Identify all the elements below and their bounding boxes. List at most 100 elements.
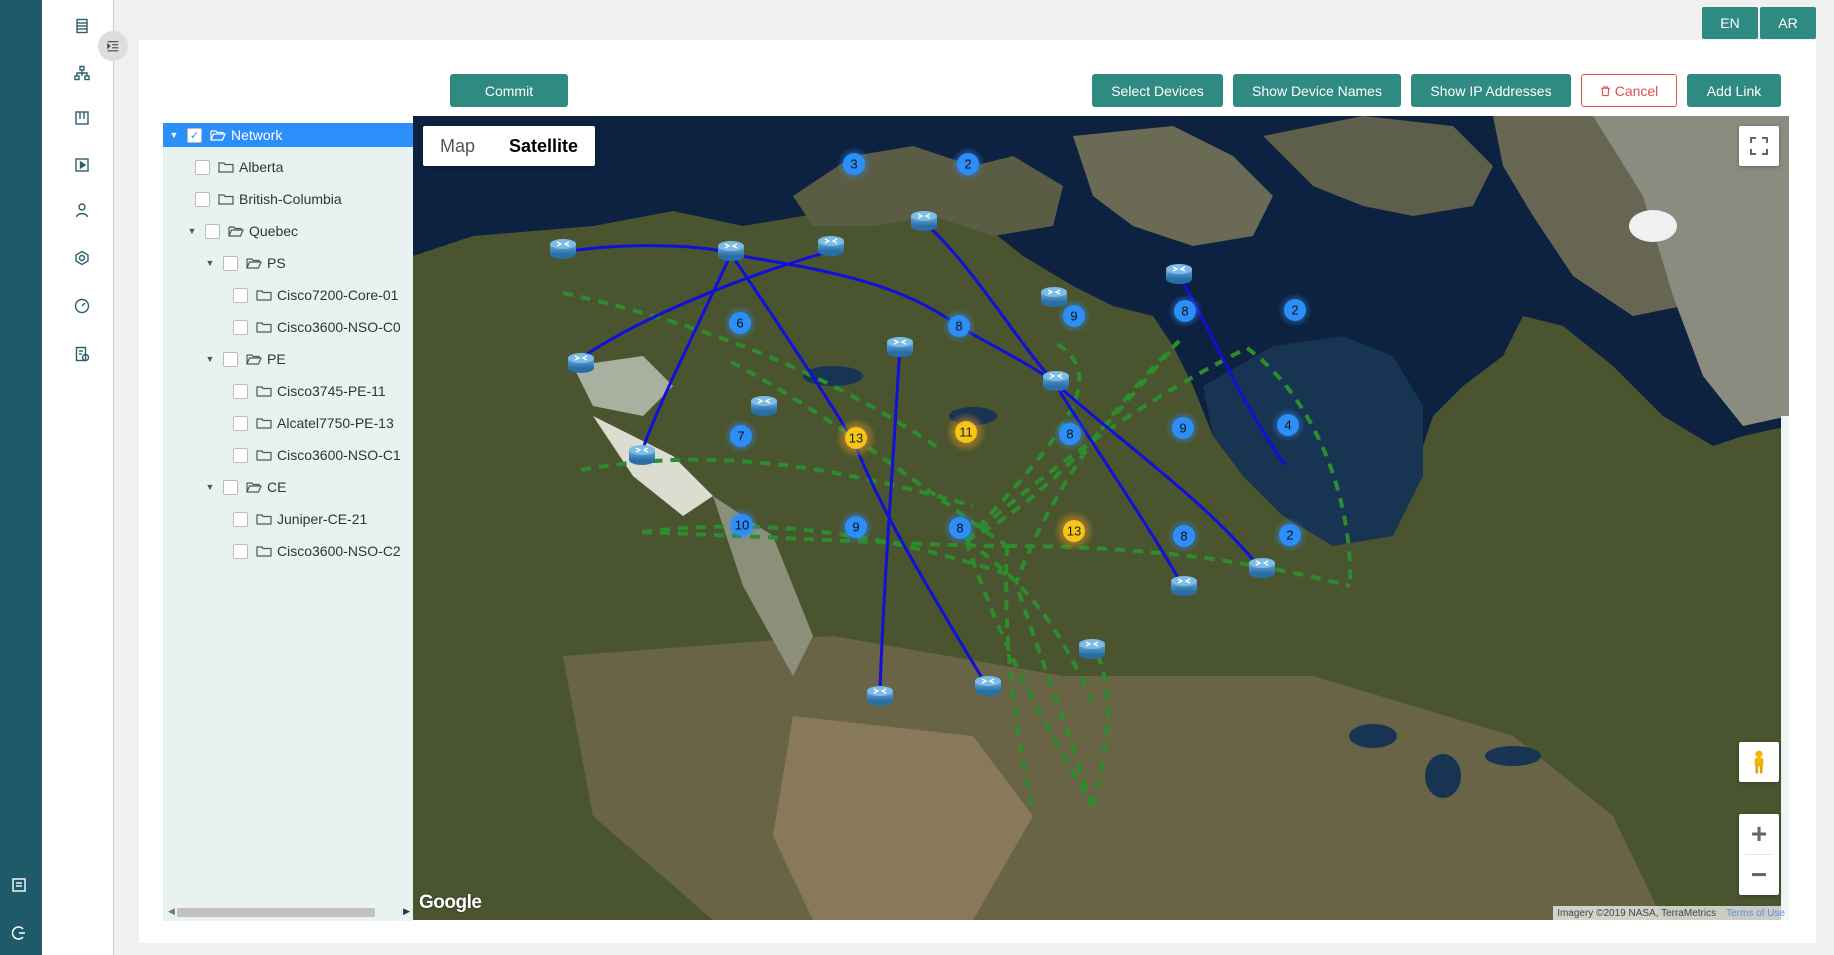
gauge-icon[interactable] — [73, 297, 91, 315]
cluster-marker[interactable]: 8 — [1167, 519, 1201, 553]
zoom-in-button[interactable]: + — [1739, 814, 1779, 854]
report-icon[interactable] — [73, 345, 91, 363]
user-icon[interactable] — [73, 201, 91, 219]
caret-down-icon[interactable]: ▼ — [205, 482, 215, 492]
caret-down-icon[interactable]: ▼ — [187, 226, 197, 236]
tree-checkbox[interactable] — [233, 447, 248, 463]
cluster-marker[interactable]: 9 — [839, 510, 873, 544]
tree-horizontal-scrollbar[interactable]: ◀ ▶ — [163, 903, 413, 921]
tree-node-device[interactable]: Cisco3600-NSO-C2 — [163, 539, 413, 563]
map-tab-satellite[interactable]: Satellite — [492, 126, 595, 166]
tree-checkbox[interactable] — [233, 511, 248, 527]
router-icon[interactable] — [818, 236, 844, 256]
cluster-marker[interactable]: 3 — [837, 147, 871, 181]
tree-node-alberta[interactable]: Alberta — [163, 155, 413, 179]
tree-checkbox[interactable] — [223, 351, 238, 367]
tree-checkbox[interactable] — [233, 287, 248, 303]
terms-of-use-link[interactable]: Terms of Use — [1726, 908, 1785, 919]
select-devices-button[interactable]: Select Devices — [1092, 74, 1223, 107]
cluster-marker[interactable]: 8 — [943, 511, 977, 545]
map-tab-map[interactable]: Map — [423, 126, 492, 166]
logout-icon[interactable] — [10, 924, 28, 942]
router-icon[interactable] — [867, 686, 893, 706]
tree-node-device[interactable]: Cisco7200-Core-01 — [163, 283, 413, 307]
cluster-marker[interactable]: 13 — [1054, 511, 1094, 551]
list-icon[interactable] — [10, 876, 28, 894]
tree-node-ce[interactable]: ▼ CE — [163, 475, 413, 499]
tree-checkbox[interactable] — [195, 191, 210, 207]
tree-node-pe[interactable]: ▼ PE — [163, 347, 413, 371]
commit-button[interactable]: Commit — [450, 74, 568, 107]
cluster-marker[interactable]: 11 — [946, 412, 986, 452]
show-device-names-button[interactable]: Show Device Names — [1233, 74, 1401, 107]
tree-checkbox[interactable] — [205, 223, 220, 239]
dashboard-icon[interactable] — [73, 109, 91, 127]
scroll-left-icon[interactable]: ◀ — [168, 906, 175, 917]
tree-checkbox[interactable] — [223, 479, 238, 495]
cluster-marker[interactable]: 10 — [725, 508, 759, 542]
network-map[interactable]: 3 2 6 8 9 8 2 7 13 11 8 9 4 10 9 8 13 8 2 Map Satellite + … — [413, 116, 1789, 920]
tree-checkbox[interactable] — [223, 255, 238, 271]
document-icon[interactable] — [73, 17, 91, 35]
show-ip-addresses-button[interactable]: Show IP Addresses — [1411, 74, 1571, 107]
router-icon[interactable] — [751, 396, 777, 416]
caret-down-icon[interactable]: ▼ — [205, 354, 215, 364]
topology-icon[interactable] — [73, 64, 91, 82]
tree-checkbox[interactable] — [233, 319, 248, 335]
cluster-marker[interactable]: 2 — [1273, 518, 1307, 552]
street-view-pegman[interactable] — [1739, 742, 1779, 782]
cluster-marker[interactable]: 6 — [723, 306, 757, 340]
router-icon[interactable] — [550, 239, 576, 259]
tree-node-ps[interactable]: ▼ PS — [163, 251, 413, 275]
router-icon[interactable] — [568, 353, 594, 373]
router-icon[interactable] — [975, 676, 1001, 696]
lang-en-button[interactable]: EN — [1702, 7, 1758, 39]
router-icon[interactable] — [629, 445, 655, 465]
router-icon[interactable] — [1249, 558, 1275, 578]
tree-checkbox[interactable]: ✓ — [187, 127, 202, 143]
cluster-marker[interactable]: 9 — [1057, 299, 1091, 333]
router-icon[interactable] — [1043, 371, 1069, 391]
solid-link — [640, 253, 733, 453]
cluster-marker[interactable]: 2 — [1278, 293, 1312, 327]
scroll-right-icon[interactable]: ▶ — [403, 906, 410, 917]
cluster-marker[interactable]: 8 — [942, 309, 976, 343]
gear-icon[interactable] — [73, 249, 91, 267]
tree-checkbox[interactable] — [233, 383, 248, 399]
add-link-button[interactable]: Add Link — [1687, 74, 1781, 107]
cancel-button[interactable]: Cancel — [1581, 74, 1677, 107]
router-icon[interactable] — [1079, 639, 1105, 659]
cluster-marker[interactable]: 2 — [951, 147, 985, 181]
router-icon[interactable] — [911, 211, 937, 231]
tree-node-device[interactable]: Cisco3600-NSO-C1 — [163, 443, 413, 467]
tree-node-device[interactable]: Cisco3600-NSO-C0 — [163, 315, 413, 339]
tree-checkbox[interactable] — [233, 415, 248, 431]
router-icon[interactable] — [1171, 576, 1197, 596]
tree-checkbox[interactable] — [233, 543, 248, 559]
cluster-count: 11 — [959, 425, 973, 440]
tree-node-network[interactable]: ▼ ✓ Network — [163, 123, 413, 147]
tree-node-british-columbia[interactable]: British-Columbia — [163, 187, 413, 211]
router-icon[interactable] — [718, 241, 744, 261]
router-icon[interactable] — [1166, 264, 1192, 284]
cluster-marker[interactable]: 4 — [1271, 408, 1305, 442]
tree-node-quebec[interactable]: ▼ Quebec — [163, 219, 413, 243]
caret-down-icon[interactable]: ▼ — [169, 130, 179, 140]
cluster-marker[interactable]: 8 — [1053, 417, 1087, 451]
play-icon[interactable] — [73, 156, 91, 174]
sidebar-toggle-button[interactable] — [98, 31, 128, 61]
cluster-marker[interactable]: 8 — [1168, 294, 1202, 328]
tree-node-device[interactable]: Cisco3745-PE-11 — [163, 379, 413, 403]
lang-ar-button[interactable]: AR — [1760, 7, 1816, 39]
router-icon[interactable] — [887, 337, 913, 357]
cluster-marker[interactable]: 13 — [836, 418, 876, 458]
caret-down-icon[interactable]: ▼ — [205, 258, 215, 268]
zoom-out-button[interactable]: − — [1739, 855, 1779, 895]
cluster-marker[interactable]: 7 — [724, 419, 758, 453]
tree-node-device[interactable]: Juniper-CE-21 — [163, 507, 413, 531]
tree-checkbox[interactable] — [195, 159, 210, 175]
cluster-marker[interactable]: 9 — [1166, 411, 1200, 445]
tree-node-device[interactable]: Alcatel7750-PE-13 — [163, 411, 413, 435]
fullscreen-button[interactable] — [1739, 126, 1779, 166]
scrollbar-thumb[interactable] — [177, 908, 375, 917]
